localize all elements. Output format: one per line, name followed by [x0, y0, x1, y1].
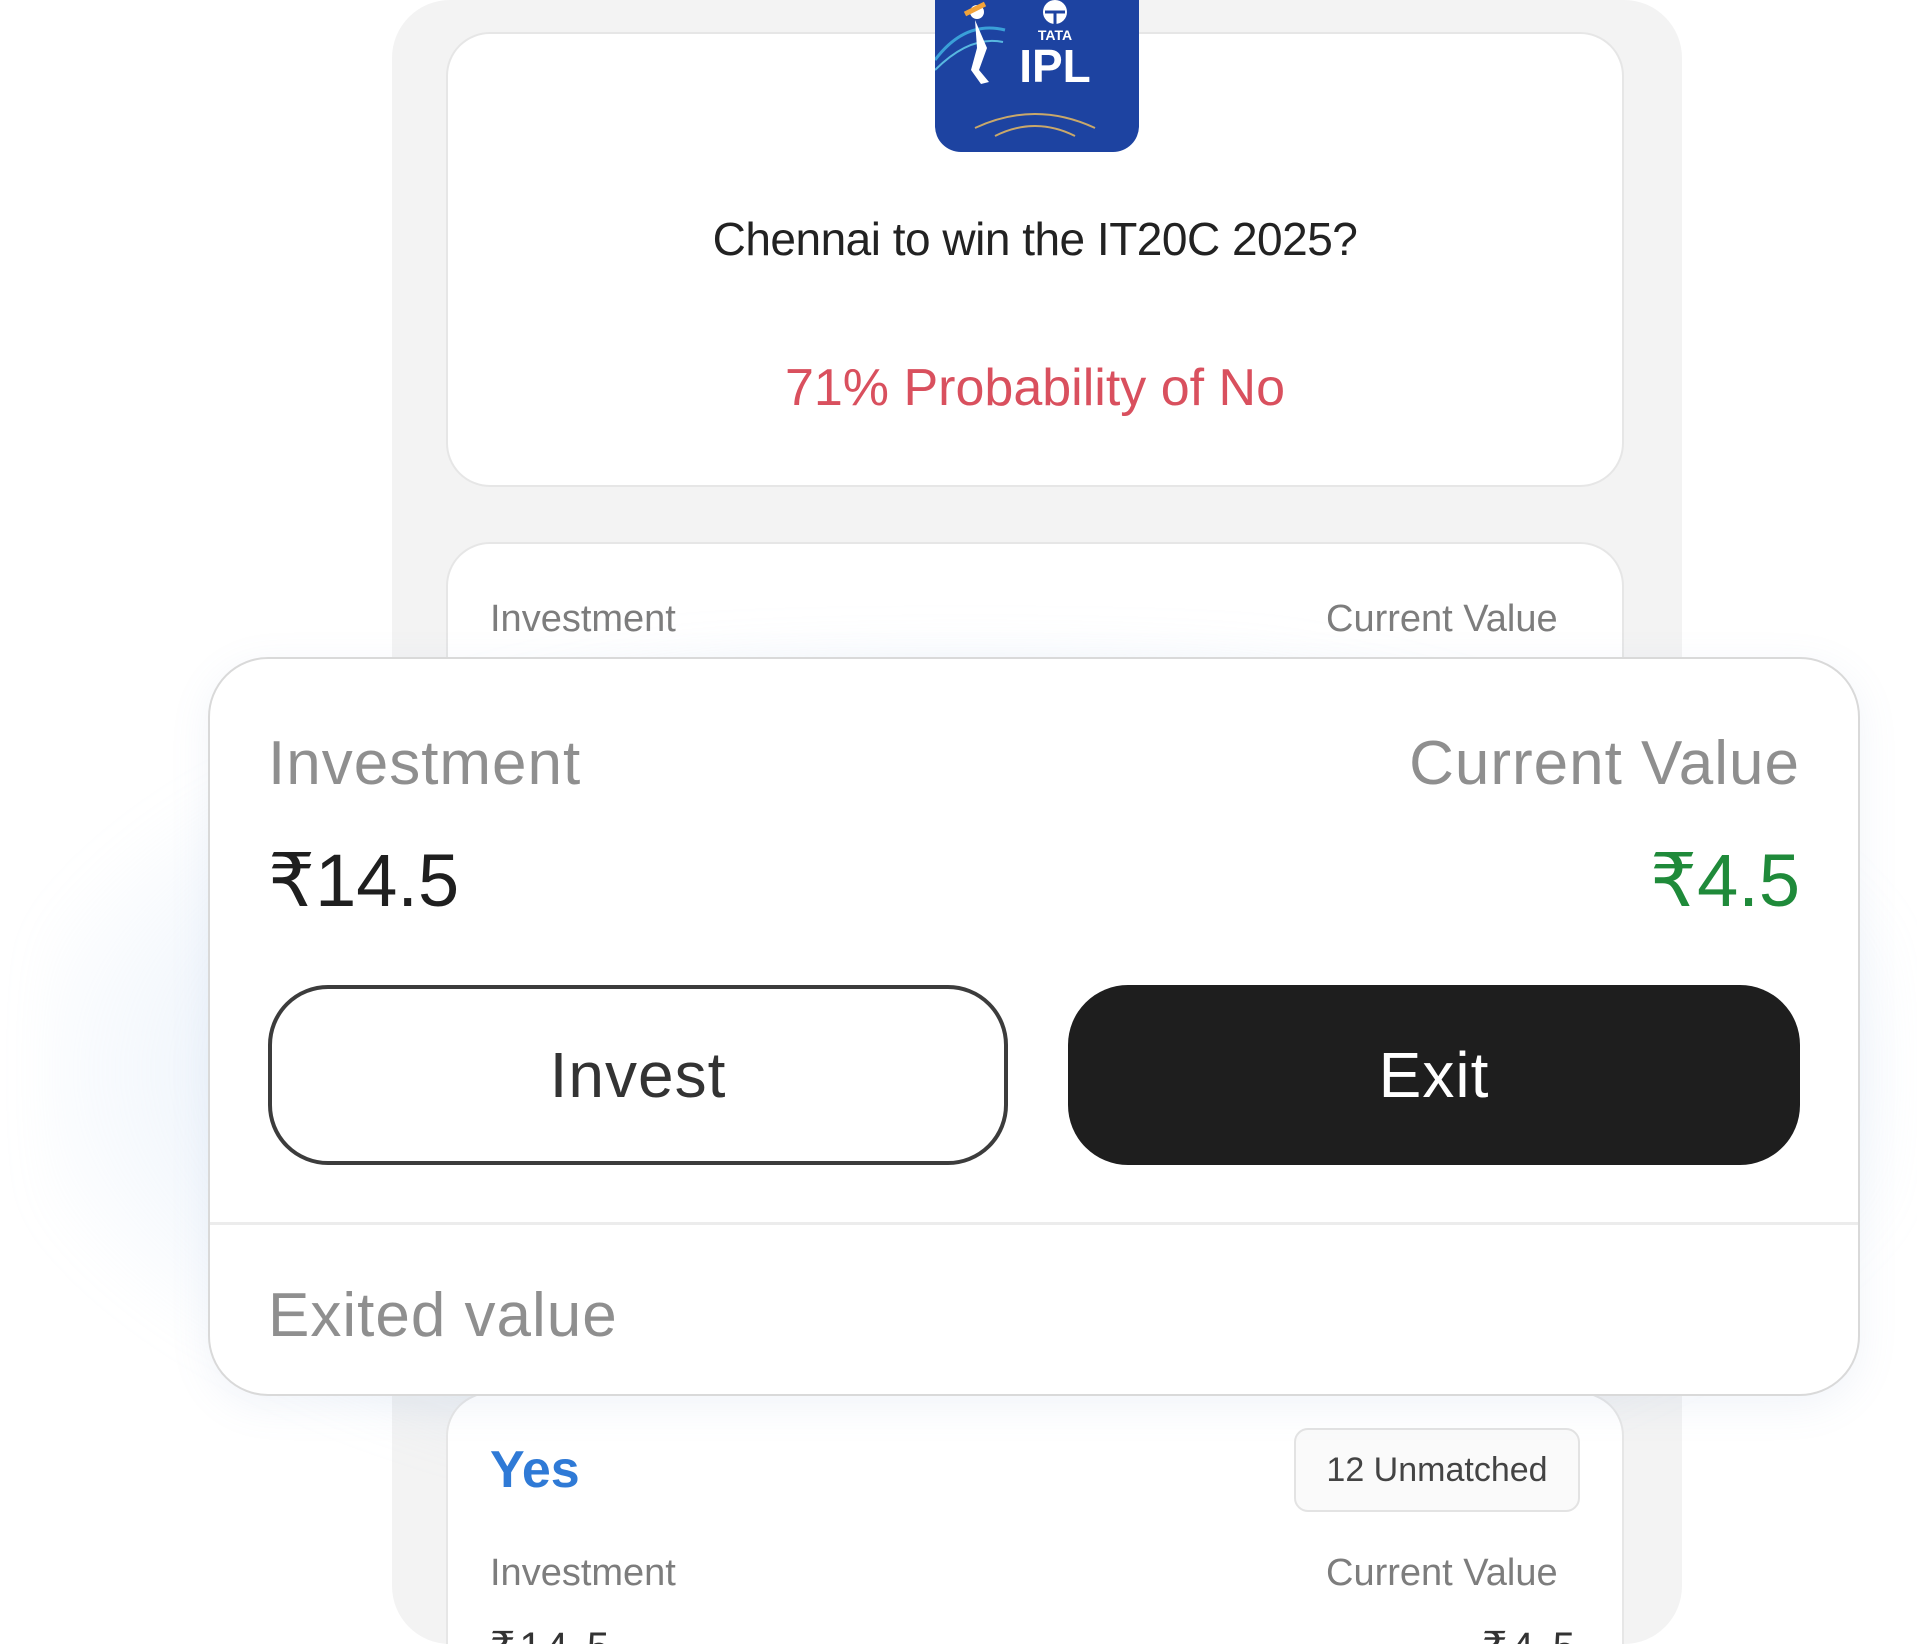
bg-investment-label: Investment: [490, 598, 676, 640]
yes-side-label: Yes: [490, 1441, 580, 1499]
ipl-logo-icon: TATA IPL: [935, 0, 1096, 137]
ipl-logo: TATA IPL: [935, 0, 1139, 152]
investment-value: ₹14.5: [268, 839, 460, 922]
bg-current-value-label: Current Value: [1326, 598, 1558, 640]
popup-divider: [210, 1222, 1858, 1225]
probability-text: 71% Probability of No: [784, 359, 1286, 417]
yes-investment-label: Investment: [490, 1552, 676, 1594]
unmatched-badge: 12 Unmatched: [1294, 1428, 1580, 1512]
exit-button[interactable]: Exit: [1068, 985, 1800, 1165]
current-value: ₹4.5: [1650, 839, 1800, 922]
invest-button[interactable]: Invest: [268, 985, 1008, 1165]
yes-current-value-label: Current Value: [1326, 1552, 1558, 1594]
exited-value-label: Exited value: [268, 1281, 618, 1350]
investment-label: Investment: [268, 729, 582, 798]
current-value-label: Current Value: [1409, 729, 1800, 798]
yes-investment-value: ₹14.5: [490, 1624, 613, 1644]
yes-current-value: ₹4.5: [1482, 1624, 1579, 1644]
logo-text-main: IPL: [1019, 40, 1091, 92]
match-question: Chennai to win the IT20C 2025?: [712, 213, 1358, 265]
